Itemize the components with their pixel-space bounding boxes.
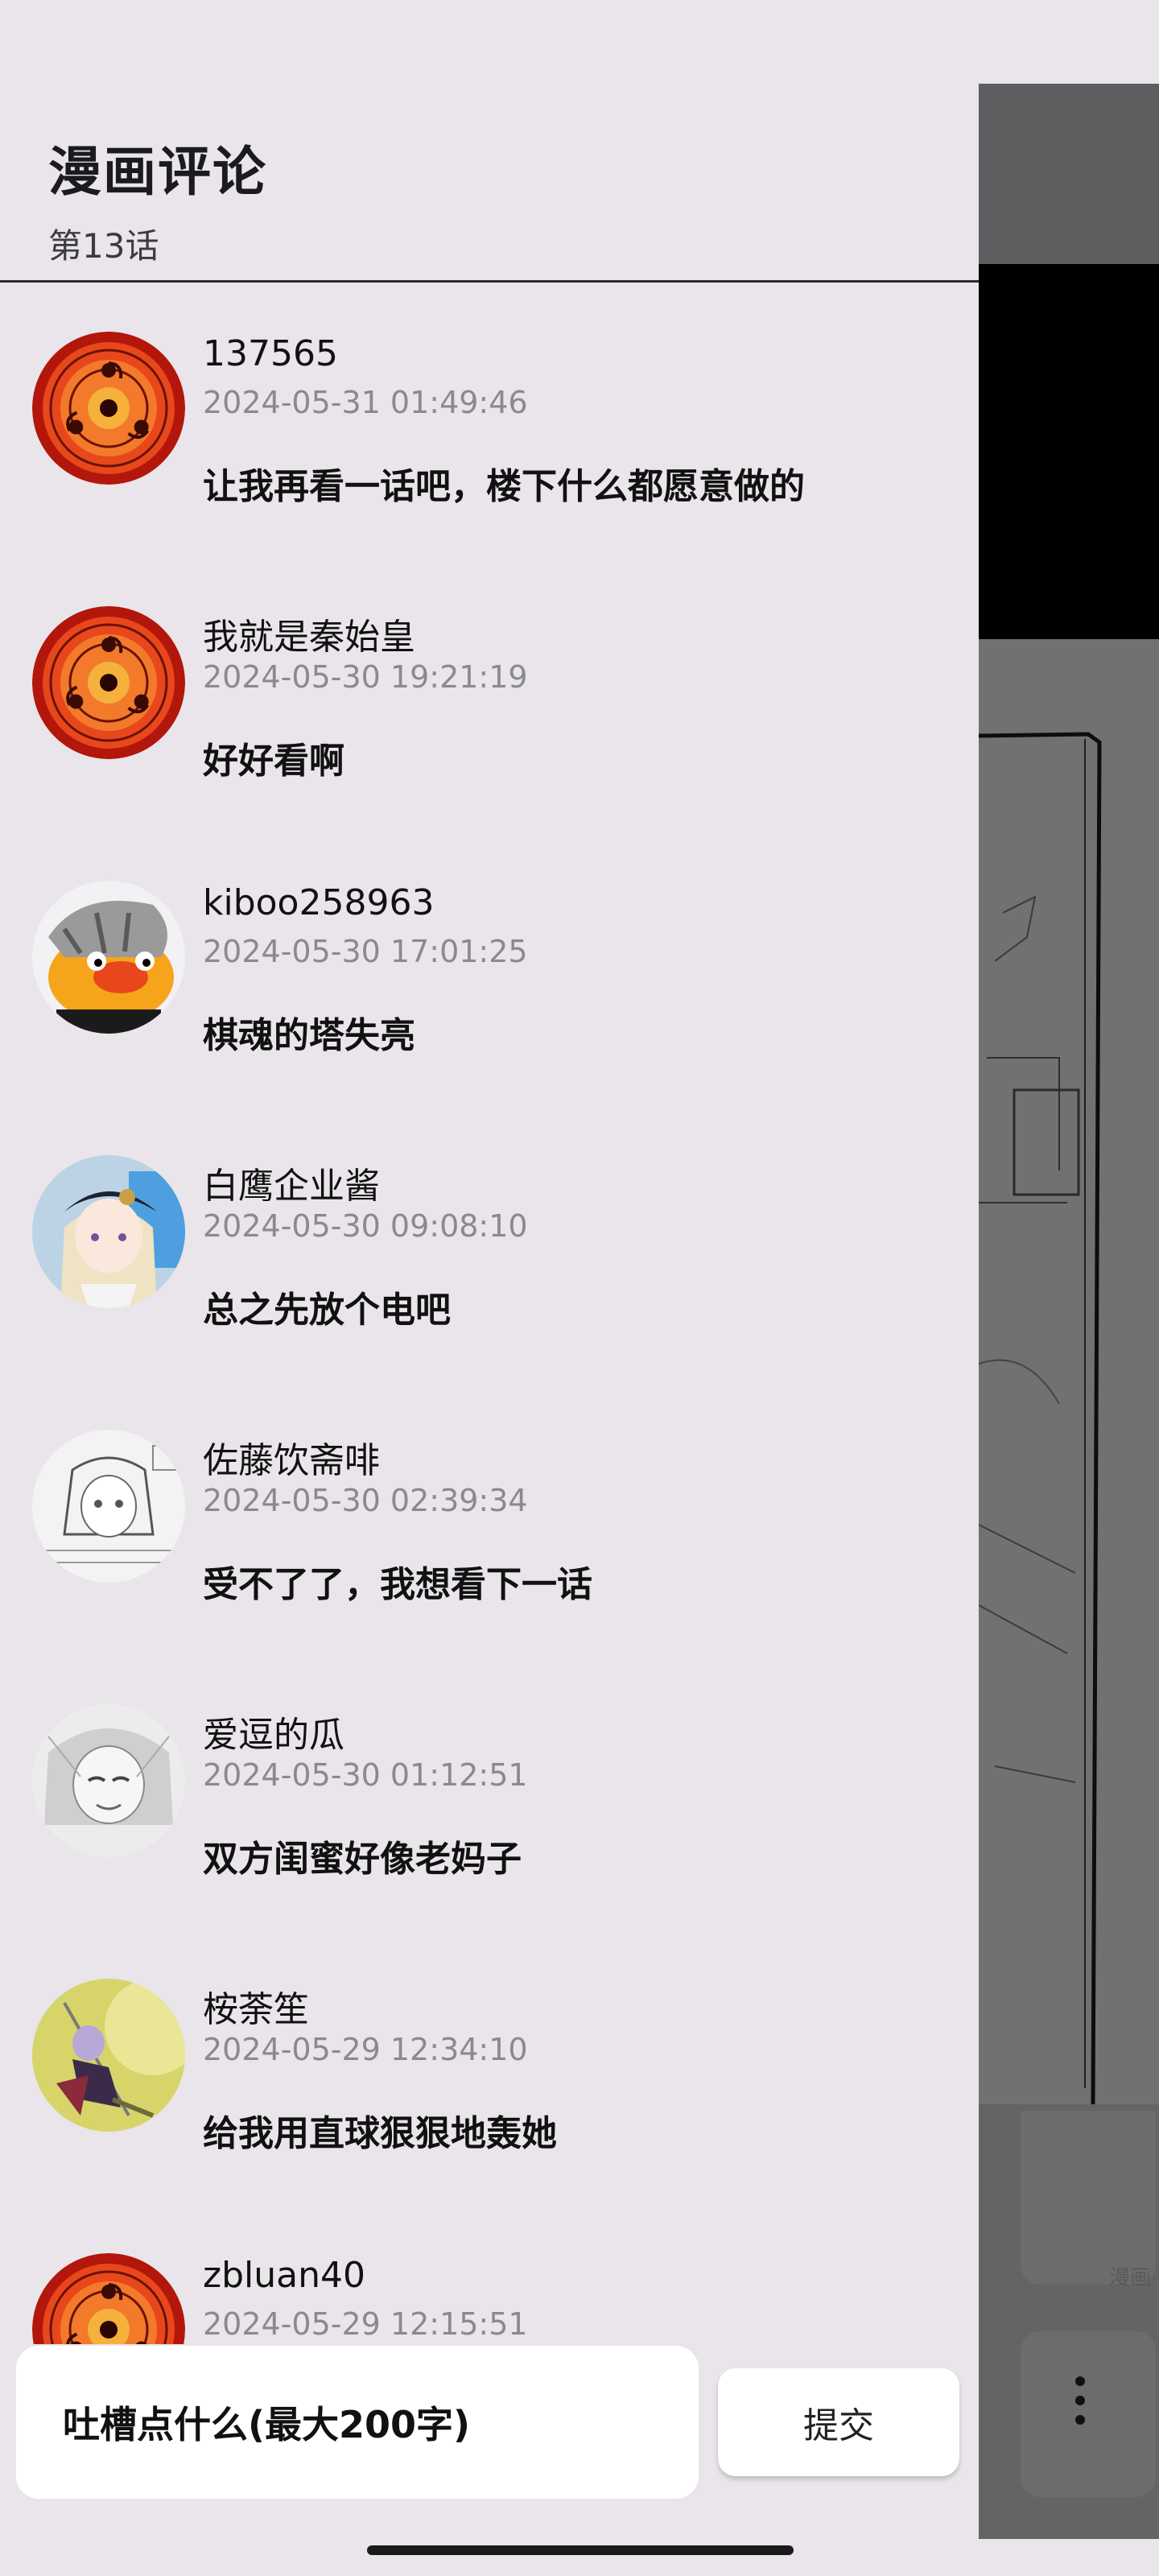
comment-item[interactable]: zbluan40 2024-05-29 12:15:51 — [0, 2205, 979, 2344]
comment-timestamp: 2024-05-30 01:12:51 — [203, 1757, 528, 1793]
submit-button[interactable]: 提交 — [718, 2368, 959, 2476]
comment-username: kiboo258963 — [203, 882, 435, 923]
reader-background: 漫画 — [979, 0, 1159, 2576]
sharingan-avatar[interactable] — [32, 332, 185, 485]
drawer-header: 漫画评论 第13话 — [48, 129, 267, 268]
comment-username: 137565 — [203, 333, 338, 374]
comment-item[interactable]: 137565 2024-05-31 01:49:46 让我再看一话吧，楼下什么都愿意… — [0, 283, 979, 558]
comment-username: 白鹰企业酱 — [203, 1166, 380, 1207]
anime-girl-cap-avatar[interactable] — [32, 1155, 185, 1308]
comment-list[interactable]: 137565 2024-05-31 01:49:46 让我再看一话吧，楼下什么都愿意… — [0, 283, 979, 2344]
comment-item[interactable]: 白鹰企业酱 2024-05-30 09:08:10 总之先放个电吧 — [0, 1107, 979, 1381]
comment-timestamp: 2024-05-30 09:08:10 — [203, 1208, 528, 1244]
comment-timestamp: 2024-05-31 01:49:46 — [203, 385, 528, 420]
comment-text: 好好看啊 — [203, 741, 344, 782]
comment-text: 总之先放个电吧 — [203, 1290, 451, 1331]
comment-text: 受不了了，我想看下一话 — [203, 1564, 592, 1605]
comment-username: 爱逗的瓜 — [203, 1715, 344, 1756]
comments-drawer: 漫画评论 第13话 137565 2024-05-31 01:49:46 让我再看一… — [0, 0, 979, 2576]
more-vertical-icon[interactable] — [1064, 2376, 1096, 2449]
comment-timestamp: 2024-05-30 19:21:19 — [203, 659, 528, 695]
header-divider — [0, 280, 979, 283]
chapter-subtitle: 第13话 — [48, 226, 159, 266]
comment-text: 让我再看一话吧，楼下什么都愿意做的 — [203, 466, 805, 507]
comment-item[interactable]: 桉荼笙 2024-05-29 12:34:10 给我用直球狠狠地轰她 — [0, 1930, 979, 2205]
comment-timestamp: 2024-05-29 12:15:51 — [203, 2306, 528, 2342]
manga-page — [979, 639, 1159, 2104]
comment-item[interactable]: 爱逗的瓜 2024-05-30 01:12:51 双方闺蜜好像老妈子 — [0, 1656, 979, 1930]
submit-button-label: 提交 — [803, 2405, 874, 2446]
sharingan-avatar[interactable] — [32, 606, 185, 759]
manga-sketch-avatar[interactable] — [32, 1430, 185, 1583]
duck-avatar[interactable] — [32, 881, 185, 1034]
grey-sketch-avatar[interactable] — [32, 1704, 185, 1857]
comment-timestamp: 2024-05-30 02:39:34 — [203, 1483, 528, 1518]
comment-item[interactable]: 佐藤饮斋啡 2024-05-30 02:39:34 受不了了，我想看下一话 — [0, 1381, 979, 1656]
comment-timestamp: 2024-05-30 17:01:25 — [203, 934, 528, 969]
drawer-title: 漫画评论 — [48, 141, 267, 203]
character-art-avatar[interactable] — [32, 1979, 185, 2132]
comment-timestamp: 2024-05-29 12:34:10 — [203, 2032, 528, 2067]
comment-text: 双方闺蜜好像老妈子 — [203, 1839, 522, 1880]
sharingan-avatar[interactable] — [32, 2253, 185, 2344]
comment-username: zbluan40 — [203, 2255, 365, 2296]
comment-text: 给我用直球狠狠地轰她 — [203, 2113, 557, 2154]
comment-input-placeholder: 吐槽点什么(最大200字) — [63, 2403, 471, 2446]
comment-item[interactable]: 我就是秦始皇 2024-05-30 19:21:19 好好看啊 — [0, 558, 979, 832]
comment-text: 棋魂的塔失亮 — [203, 1015, 415, 1056]
comment-username: 佐藤饮斋啡 — [203, 1440, 380, 1481]
reader-toolbar — [979, 84, 1159, 264]
comment-username: 桉荼笙 — [203, 1989, 309, 2030]
reader-black-area — [979, 264, 1159, 639]
comment-item[interactable]: kiboo258963 2024-05-30 17:01:25 棋魂的塔失亮 — [0, 832, 979, 1107]
comment-input[interactable]: 吐槽点什么(最大200字) — [16, 2346, 699, 2499]
comment-username: 我就是秦始皇 — [203, 617, 415, 658]
reader-card: 漫画 — [1021, 2111, 1156, 2290]
home-indicator[interactable] — [367, 2545, 794, 2555]
